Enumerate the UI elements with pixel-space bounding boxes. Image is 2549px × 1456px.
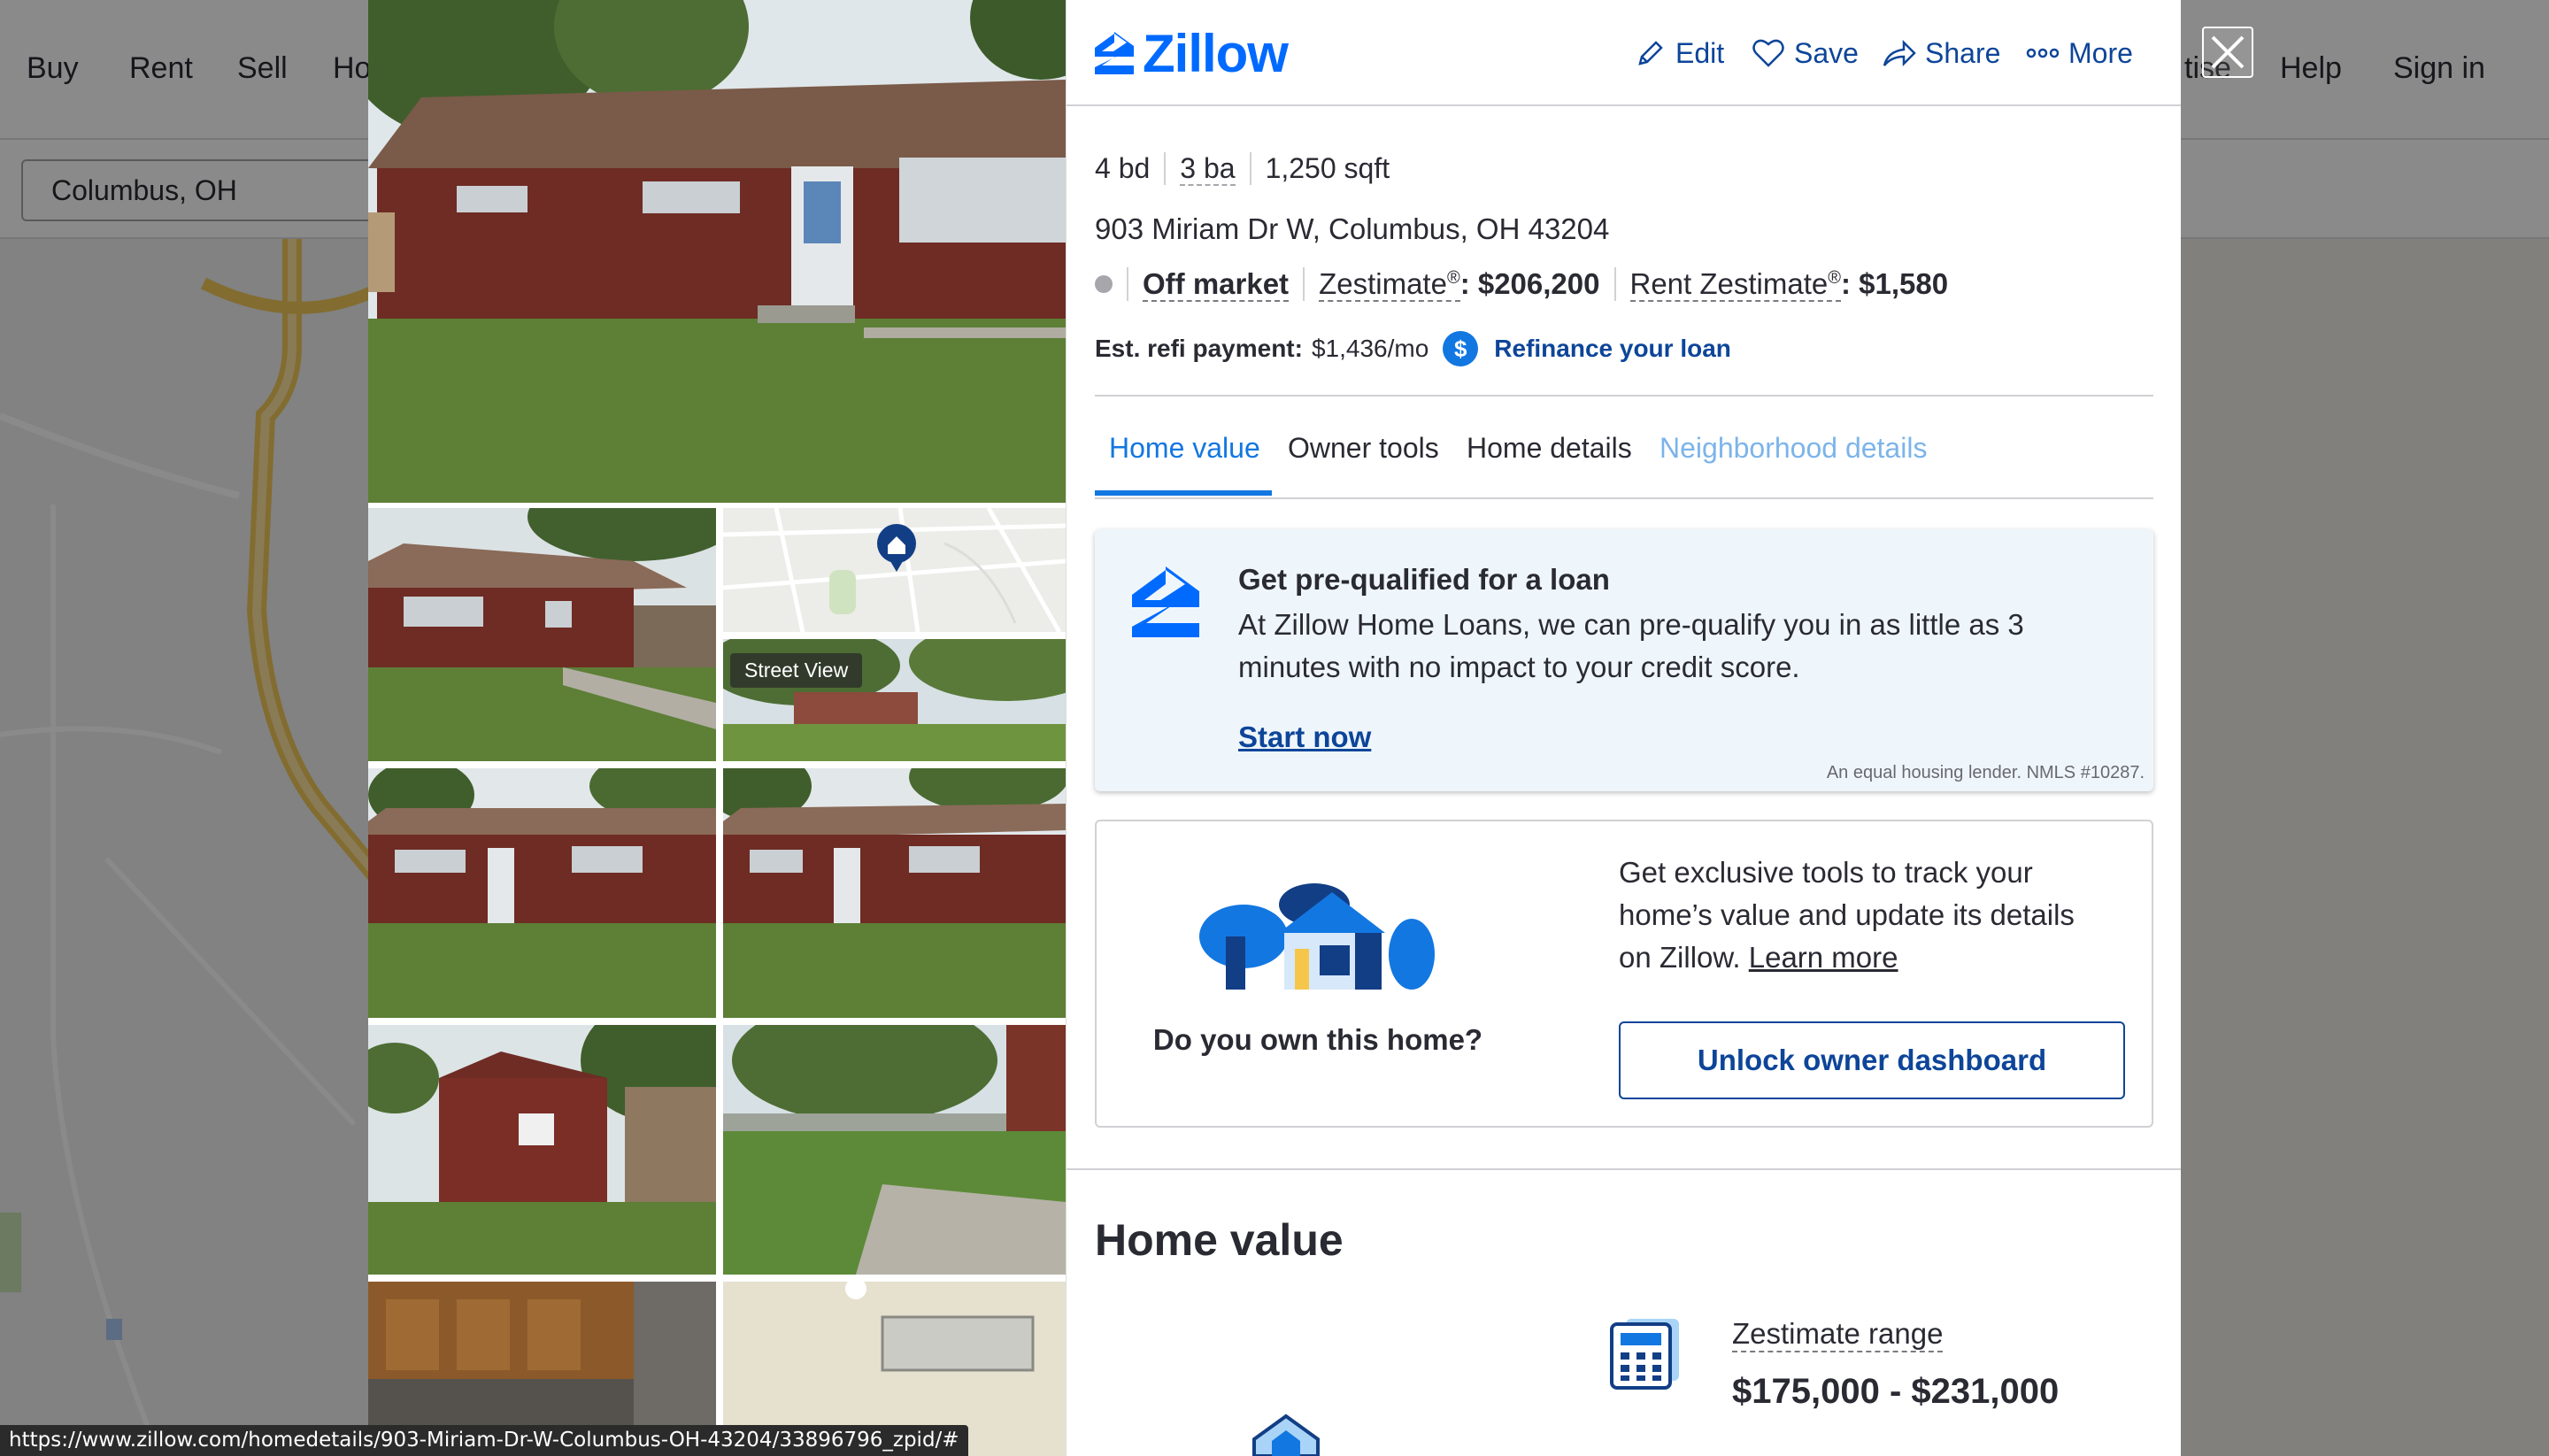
prequal-title: Get pre-qualified for a loan	[1238, 563, 1610, 596]
rent-zestimate-label[interactable]: Rent Zestimate®	[1629, 267, 1841, 302]
zillow-logo[interactable]: Zillow	[1093, 24, 1289, 83]
calculator-icon	[1610, 1319, 1679, 1390]
unlock-owner-dashboard-button[interactable]: Unlock owner dashboard	[1619, 1021, 2125, 1099]
save-button[interactable]: Save	[1752, 34, 1859, 73]
home-value-house-icon	[1252, 1414, 1320, 1456]
zillow-logo-icon	[1095, 32, 1134, 74]
more-button[interactable]: More	[2026, 34, 2133, 73]
zestimate-range-label[interactable]: Zestimate range	[1732, 1317, 1944, 1352]
details-panel: Zillow Edit Save Share More 4 bd 3 ba 1,	[1066, 0, 2181, 1456]
edit-button[interactable]: Edit	[1635, 34, 1724, 73]
zestimate-text: Zestimate	[1319, 267, 1447, 300]
gallery-photo-2[interactable]	[368, 768, 716, 1018]
beds-fact: 4 bd	[1095, 152, 1164, 185]
gallery-photo-4[interactable]	[368, 1025, 716, 1275]
house-side-photo	[368, 508, 716, 761]
section-divider	[1067, 1168, 2181, 1170]
street-view-thumbnail[interactable]: Street View	[723, 639, 1066, 761]
share-icon	[1883, 39, 1916, 67]
status-label: Off market	[1143, 267, 1290, 302]
dollar-icon: $	[1443, 331, 1479, 366]
photo-gallery: Street View	[368, 0, 1066, 1456]
gallery-photo-3[interactable]	[723, 768, 1066, 1018]
rent-zestimate: Rent Zestimate®: $1,580	[1613, 267, 1963, 302]
share-button[interactable]: Share	[1881, 34, 2000, 73]
share-label: Share	[1925, 36, 2001, 69]
refi-label: Est. refi payment:	[1095, 335, 1303, 362]
location-map	[723, 508, 1066, 632]
tab-neighborhood-details[interactable]: Neighborhood details	[1660, 432, 1927, 465]
heart-icon	[1752, 39, 1784, 67]
close-modal-button[interactable]	[2202, 27, 2253, 78]
status-bar-url: https://www.zillow.com/homedetails/903-M…	[0, 1425, 968, 1456]
baths-fact[interactable]: 3 ba	[1164, 152, 1249, 186]
active-tab-indicator	[1095, 490, 1272, 496]
house-illustration-icon	[1199, 883, 1435, 990]
gallery-photo-1[interactable]	[368, 508, 716, 761]
modal-header: Zillow Edit Save Share More	[1067, 0, 2181, 106]
house-front-photo	[368, 768, 716, 1018]
street-view-label: Street View	[730, 653, 863, 688]
zestimate-range-value: $175,000 - $231,000	[1732, 1372, 2060, 1411]
refi-line: Est. refi payment: $1,436/mo $ Refinance…	[1095, 331, 1731, 366]
learn-more-link[interactable]: Learn more	[1749, 941, 1898, 974]
sqft-fact: 1,250 sqft	[1249, 152, 1405, 185]
house-front-photo	[368, 0, 1066, 503]
start-now-link[interactable]: Start now	[1238, 720, 1371, 754]
edit-label: Edit	[1675, 36, 1725, 69]
registered-mark: ®	[1446, 268, 1460, 288]
zillow-logo-text: Zillow	[1143, 23, 1289, 83]
gallery-photo-5[interactable]	[723, 1025, 1066, 1275]
main-photo[interactable]	[368, 0, 1066, 503]
off-market-status[interactable]: Off market	[1127, 267, 1303, 302]
zillow-home-loans-icon	[1132, 566, 1199, 637]
beds-value: 4 bd	[1095, 152, 1151, 184]
refi-value: $1,436/mo	[1311, 335, 1429, 362]
property-address: 903 Miriam Dr W, Columbus, OH 43204	[1095, 212, 1610, 245]
house-front-photo	[723, 768, 1066, 1018]
map-thumbnail[interactable]	[723, 508, 1066, 632]
lender-disclaimer: An equal housing lender. NMLS #10287.	[1826, 763, 2145, 782]
registered-mark: ®	[1828, 268, 1841, 288]
shed-photo	[368, 1025, 716, 1275]
save-label: Save	[1794, 36, 1859, 69]
status-dot-icon	[1095, 275, 1113, 293]
more-label: More	[2068, 36, 2133, 69]
rent-zestimate-text: Rent Zestimate	[1629, 267, 1829, 300]
baths-value: 3 ba	[1180, 152, 1236, 186]
more-dots-icon	[2026, 48, 2060, 58]
tab-owner-tools[interactable]: Owner tools	[1288, 432, 1439, 465]
status-line: Off market Zestimate®: $206,200 Rent Zes…	[1095, 267, 1963, 302]
own-home-question: Do you own this home?	[1152, 1023, 1483, 1056]
close-icon	[2211, 35, 2245, 69]
yard-photo	[723, 1025, 1066, 1275]
prequal-card: Get pre-qualified for a loan At Zillow H…	[1095, 529, 2153, 791]
tab-bar: Home value Owner tools Home details Neig…	[1095, 395, 2153, 499]
home-facts: 4 bd 3 ba 1,250 sqft	[1095, 152, 1405, 186]
zestimate: Zestimate®: $206,200	[1303, 267, 1613, 302]
zestimate-label[interactable]: Zestimate®	[1319, 267, 1460, 302]
tab-home-value[interactable]: Home value	[1109, 432, 1260, 465]
pencil-icon	[1638, 41, 1663, 65]
home-details-modal: Street View Zillow Edit Save Share More …	[368, 0, 2181, 1456]
refinance-link[interactable]: Refinance your loan	[1494, 335, 1731, 363]
tab-home-details[interactable]: Home details	[1467, 432, 1632, 465]
home-value-heading: Home value	[1095, 1215, 1344, 1265]
sqft-value: 1,250 sqft	[1265, 152, 1390, 184]
owner-description: Get exclusive tools to track your home’s…	[1619, 851, 2114, 979]
prequal-body: At Zillow Home Loans, we can pre-qualify…	[1238, 608, 2024, 683]
rent-zestimate-value: : $1,580	[1841, 267, 1949, 300]
zestimate-value: : $206,200	[1459, 267, 1600, 300]
owner-card: Do you own this home? Get exclusive tool…	[1095, 820, 2153, 1128]
